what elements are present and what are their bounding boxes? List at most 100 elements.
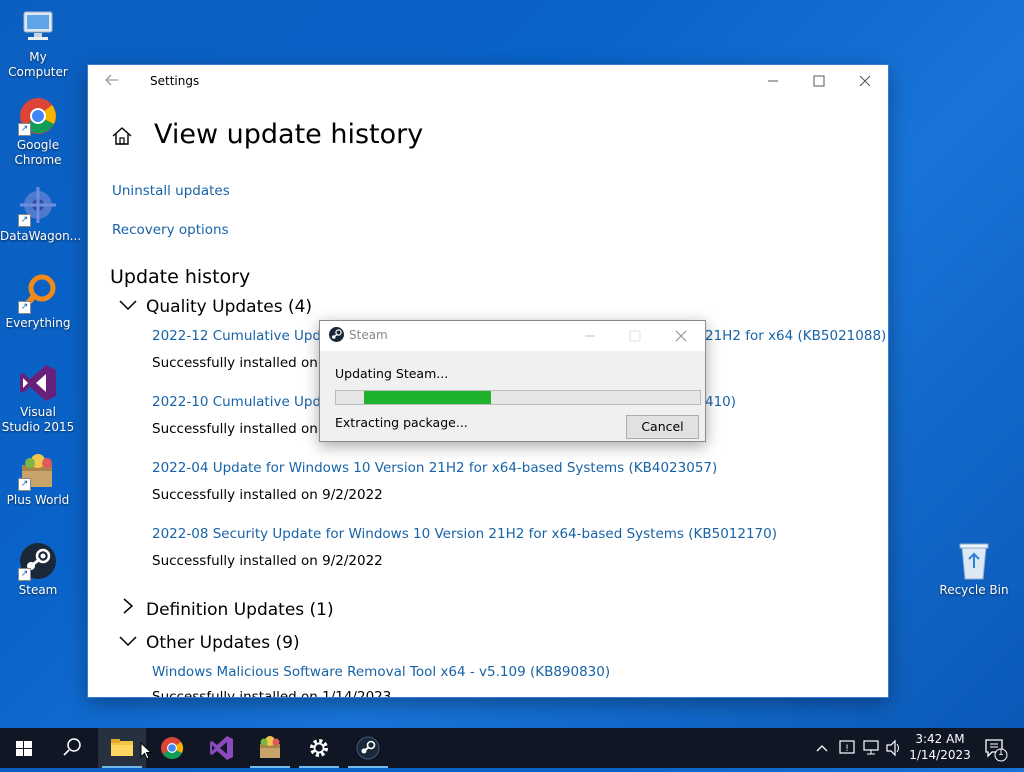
shortcut-arrow-icon: ↗ — [18, 568, 31, 581]
visual-studio-icon — [210, 736, 233, 760]
taskbar-settings[interactable] — [295, 728, 343, 768]
quality-updates-group[interactable]: Quality Updates (4) — [118, 297, 312, 317]
file-explorer-icon — [111, 739, 133, 756]
steam-status-top: Updating Steam... — [335, 366, 449, 381]
update-history-heading: Update history — [110, 266, 251, 288]
definition-updates-group[interactable]: Definition Updates (1) — [118, 597, 334, 620]
plus-world-icon — [260, 736, 280, 758]
update-item-link-tail[interactable]: 410) — [705, 394, 736, 410]
taskbar-steam[interactable] — [344, 728, 392, 768]
shortcut-arrow-icon: ↗ — [18, 478, 31, 491]
desktop-icon-recycle-bin[interactable]: Recycle Bin — [936, 541, 1012, 598]
update-item-link[interactable]: 2022-12 Cumulative Update — [152, 328, 343, 344]
desktop-icon-steam[interactable]: ↗ Steam — [0, 541, 76, 598]
update-item-status: Successfully installed on 9/2/2022 — [152, 553, 383, 569]
maximize-button — [628, 328, 642, 342]
cancel-button[interactable]: Cancel — [626, 415, 699, 439]
datawagon-gear-icon: ↗ — [18, 187, 58, 227]
close-button[interactable] — [674, 328, 688, 342]
desktop-icon-label: Plus World — [6, 493, 70, 507]
desktop-icon-datawagon[interactable]: ↗ DataWagon... — [0, 187, 82, 244]
desktop-icon-everything[interactable]: ↗ Everything — [0, 274, 76, 331]
recovery-options-link[interactable]: Recovery options — [112, 222, 229, 238]
clock-date: 1/14/2023 — [909, 748, 971, 762]
computer-icon — [18, 8, 58, 48]
shortcut-arrow-icon: ↗ — [18, 123, 31, 136]
steam-icon: ↗ — [18, 541, 58, 581]
shortcut-arrow-icon: ↗ — [18, 214, 31, 227]
steam-status-bottom: Extracting package... — [335, 415, 468, 430]
tray-chevron-up-icon[interactable] — [814, 728, 830, 768]
desktop-icon-my-computer[interactable]: My Computer — [0, 8, 76, 80]
group-label: Other Updates (9) — [146, 633, 300, 653]
maximize-button[interactable] — [796, 65, 842, 97]
taskbar-plus-world[interactable] — [246, 728, 294, 768]
mouse-cursor-icon — [140, 741, 153, 764]
chevron-down-icon — [118, 633, 138, 653]
settings-gear-icon — [310, 739, 328, 757]
search-button[interactable] — [48, 728, 96, 768]
update-item-status: Successfully installed on 9/2/2022 — [152, 487, 383, 503]
steam-progress-bar — [335, 390, 701, 405]
svg-text:!: ! — [845, 744, 849, 754]
desktop-icon-plus-world[interactable]: ↗ Plus World — [0, 451, 76, 508]
group-label: Quality Updates (4) — [146, 297, 313, 317]
desktop-icon-label: Steam — [18, 583, 58, 597]
uninstall-updates-link[interactable]: Uninstall updates — [112, 183, 230, 199]
desktop-icon-label: Recycle Bin — [939, 583, 1009, 597]
steam-dialog-titlebar[interactable]: Steam — [320, 321, 705, 351]
chrome-icon — [161, 737, 184, 759]
chevron-down-icon — [118, 297, 138, 317]
notification-center-button[interactable]: 1 — [982, 728, 1010, 768]
search-icon — [63, 738, 81, 756]
update-item-link[interactable]: 2022-04 Update for Windows 10 Version 21… — [152, 460, 717, 476]
desktop-icon-visual-studio[interactable]: Visual Studio 2015 — [0, 363, 76, 435]
update-item-status: Successfully installed on 1/14/2023 — [152, 689, 392, 697]
recycle-bin-icon — [954, 541, 994, 581]
home-icon[interactable] — [111, 126, 133, 146]
back-arrow-icon[interactable] — [104, 72, 120, 88]
visual-studio-icon — [18, 363, 58, 403]
window-title: Settings — [150, 74, 200, 88]
notification-icon — [985, 739, 1008, 762]
tray-volume-icon[interactable] — [885, 728, 903, 768]
taskbar: ! 3:42 AM 1/14/2023 1 — [0, 728, 1024, 768]
minimize-button[interactable] — [750, 65, 796, 97]
tray-network-icon[interactable] — [862, 728, 880, 768]
taskbar-visual-studio[interactable] — [197, 728, 245, 768]
plus-world-icon: ↗ — [18, 451, 58, 491]
progress-fill — [364, 391, 491, 404]
desktop-icon-label: My Computer — [8, 50, 68, 79]
close-button[interactable] — [842, 65, 888, 97]
desktop-icon-label: DataWagon... — [0, 229, 82, 243]
update-item-link[interactable]: 2022-08 Security Update for Windows 10 V… — [152, 526, 777, 542]
page-title: View update history — [154, 119, 424, 150]
settings-titlebar[interactable]: Settings — [88, 65, 888, 99]
minimize-button[interactable] — [583, 328, 597, 342]
shortcut-arrow-icon: ↗ — [18, 301, 31, 314]
update-item-link[interactable]: 2022-10 Cumulative Update — [152, 394, 343, 410]
start-button[interactable] — [0, 728, 48, 768]
update-item-status: Successfully installed on 10/ — [152, 421, 344, 437]
notification-badge: 1 — [998, 748, 1004, 758]
update-item-link[interactable]: Windows Malicious Software Removal Tool … — [152, 664, 610, 680]
tray-security-icon[interactable]: ! — [838, 728, 856, 768]
other-updates-group[interactable]: Other Updates (9) — [118, 633, 300, 653]
desktop-icon-label: Google Chrome — [14, 138, 62, 167]
update-item-link-tail[interactable]: 21H2 for x64 (KB5021088) — [705, 328, 886, 344]
start-icon — [16, 741, 32, 756]
steam-update-dialog: Steam Updating Steam... Extracting packa… — [319, 320, 706, 442]
desktop-icon-label: Everything — [5, 316, 71, 330]
chrome-icon: ↗ — [18, 96, 58, 136]
chevron-right-icon — [118, 597, 138, 620]
taskbar-clock[interactable]: 3:42 AM 1/14/2023 — [905, 731, 975, 763]
desktop-icon-label: Visual Studio 2015 — [1, 405, 75, 434]
steam-icon — [356, 736, 380, 760]
update-item-status: Successfully installed on 12/ — [152, 355, 344, 371]
taskbar-chrome[interactable] — [148, 728, 196, 768]
taskbar-file-explorer[interactable] — [98, 728, 146, 768]
desktop-icon-google-chrome[interactable]: ↗ Google Chrome — [0, 96, 76, 168]
steam-logo-icon — [329, 327, 344, 342]
group-label: Definition Updates (1) — [146, 600, 334, 620]
everything-search-icon: ↗ — [18, 274, 58, 314]
